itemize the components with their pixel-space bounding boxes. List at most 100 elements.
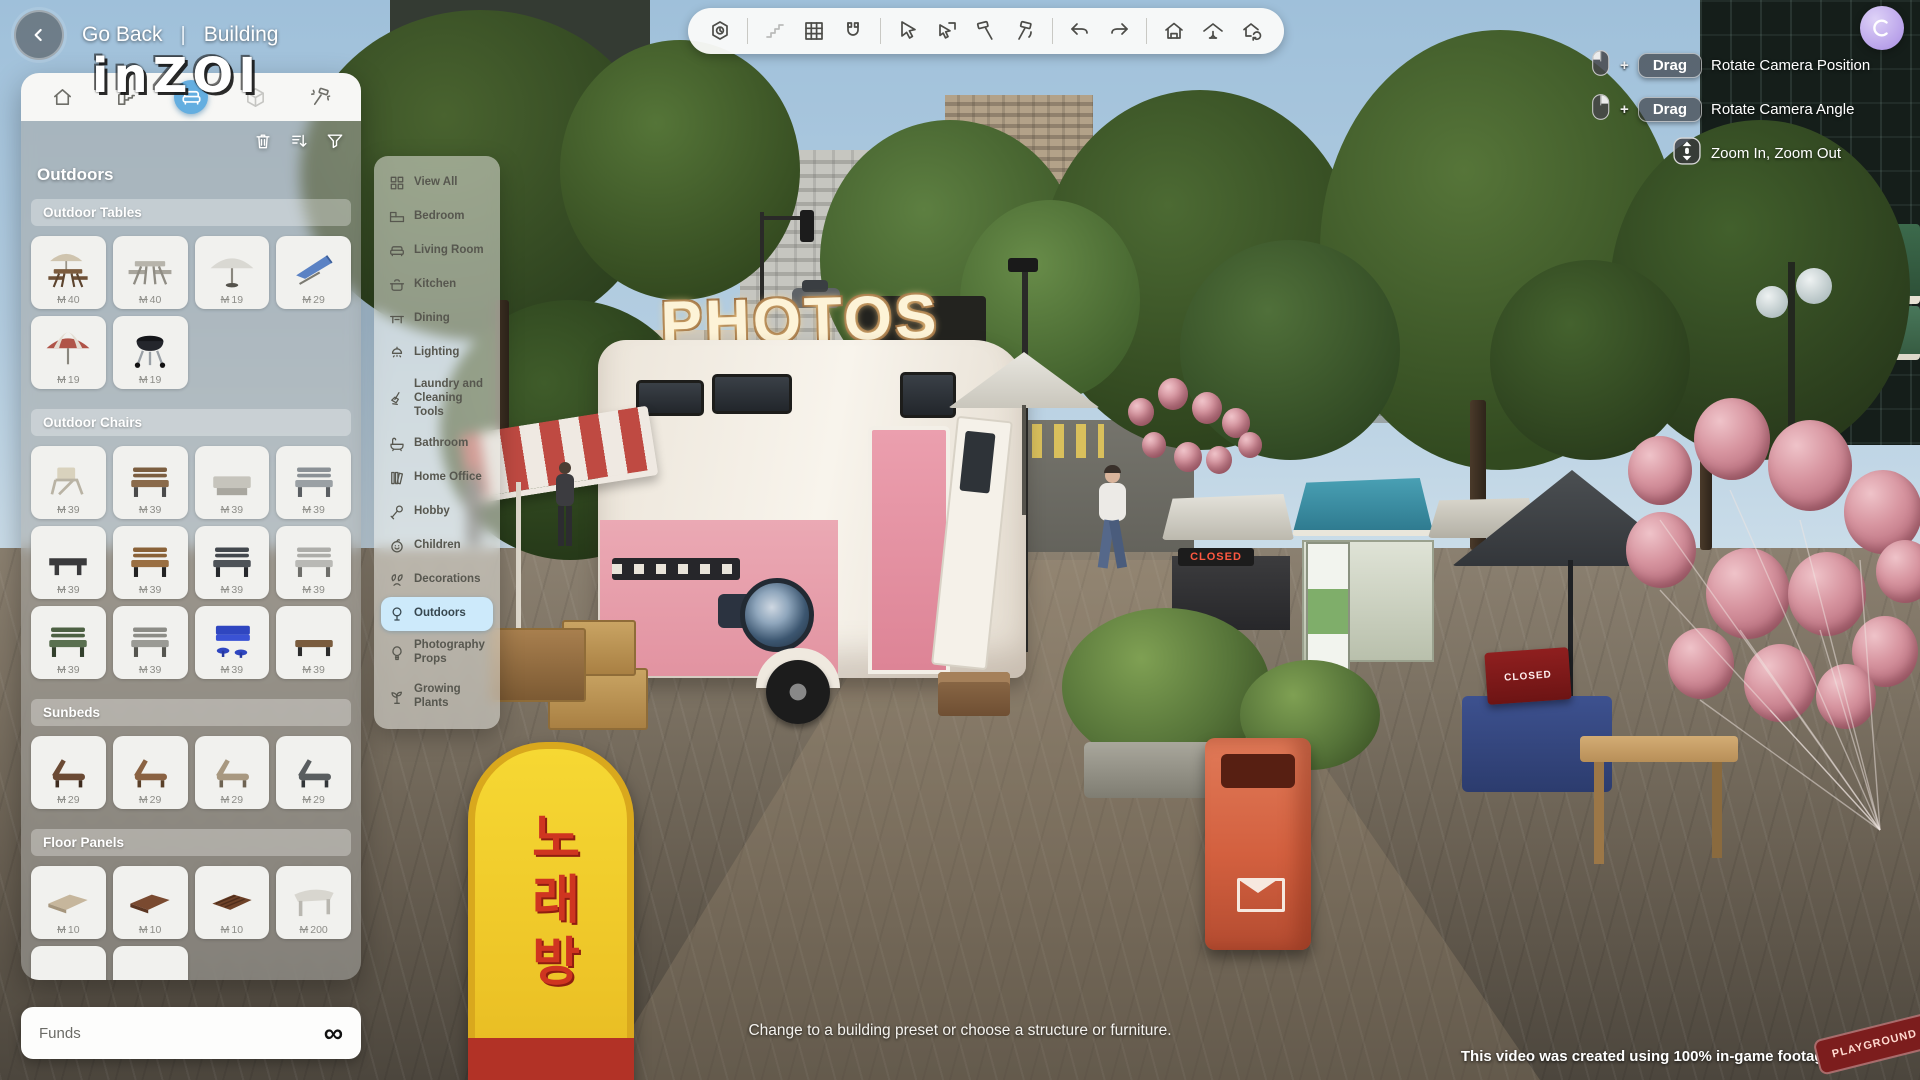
rotate-object-icon[interactable] — [935, 19, 959, 43]
redo-icon[interactable] — [1107, 19, 1131, 43]
go-back-label[interactable]: Go Back — [82, 23, 163, 47]
catalog-item-cushioned-sunbed[interactable]: M29 — [195, 736, 270, 809]
item-price: M29 — [31, 794, 106, 806]
category-living-room[interactable]: Living Room — [381, 234, 493, 268]
select-cursor-icon[interactable] — [896, 19, 920, 43]
lighting-icon — [388, 344, 406, 362]
catalog-item-wooden-park-bench[interactable]: M39 — [113, 446, 188, 519]
category-photography[interactable]: Photography Props — [381, 631, 493, 675]
catalog-item-gray-sunbed[interactable]: M29 — [276, 736, 351, 809]
category-label: Hobby — [414, 505, 450, 519]
catalog-item-charcoal-grill[interactable]: M19 — [113, 316, 188, 389]
build-hint-text: Change to a building preset or choose a … — [748, 1022, 1171, 1040]
item-price: M19 — [195, 294, 270, 306]
plus-sign: + — [1620, 101, 1629, 118]
magnet-icon[interactable] — [841, 19, 865, 43]
trash-icon[interactable] — [253, 131, 273, 151]
category-kitchen[interactable]: Kitchen — [381, 268, 493, 302]
catalog-item-blue-bench-with-stools[interactable]: M39 — [195, 606, 270, 679]
catalog-item-concrete-bench[interactable]: M39 — [195, 446, 270, 519]
category-laundry[interactable]: Laundry and Cleaning Tools — [381, 370, 493, 427]
category-lighting[interactable]: Lighting — [381, 336, 493, 370]
catalog-item-metal-bench[interactable]: M39 — [276, 446, 351, 519]
sledgehammer-icon[interactable] — [1013, 19, 1037, 43]
category-label: Growing Plants — [414, 683, 486, 711]
catalog-item-black-modern-bench[interactable]: M39 — [31, 526, 106, 599]
stairs-icon[interactable] — [763, 19, 787, 43]
catalog-item-wood-deck-panel[interactable]: M10 — [113, 866, 188, 939]
tab-home[interactable] — [45, 80, 79, 114]
category-view-all[interactable]: View All — [381, 166, 493, 200]
environment-icon[interactable] — [708, 19, 732, 43]
item-price: M40 — [113, 294, 188, 306]
tab-style-tools[interactable] — [303, 80, 337, 114]
catalog-list-tools — [37, 131, 345, 151]
item-price: M29 — [276, 294, 351, 306]
camera-decal — [718, 568, 810, 646]
canvas-button[interactable] — [1860, 6, 1904, 50]
catalog-item-dark-wood-sunbed[interactable]: M29 — [31, 736, 106, 809]
catalog-item-mesh-bench[interactable]: M39 — [195, 526, 270, 599]
category-bedroom[interactable]: Bedroom — [381, 200, 493, 234]
category-decorations[interactable]: Decorations — [381, 563, 493, 597]
catalog-item-red-parasol[interactable]: M19 — [31, 316, 106, 389]
laundry-icon — [388, 390, 406, 408]
filter-icon[interactable] — [325, 131, 345, 151]
catalog-item-floor-panel-partial[interactable] — [113, 946, 188, 980]
pink-balloon — [1206, 446, 1232, 474]
toolbar-divider — [747, 18, 748, 44]
category-children[interactable]: Children — [381, 529, 493, 563]
hobby-icon — [388, 503, 406, 521]
category-hobby[interactable]: Hobby — [381, 495, 493, 529]
go-back-button[interactable] — [14, 10, 64, 60]
section-header: Sunbeds — [31, 699, 351, 726]
catalog-item-floor-panel-partial[interactable] — [31, 946, 106, 980]
pink-balloon — [1192, 392, 1222, 424]
category-dining[interactable]: Dining — [381, 302, 493, 336]
catalog-item-picnic-table[interactable]: M40 — [113, 236, 188, 309]
catalog-item-canopy-pergola[interactable]: M200 — [276, 866, 351, 939]
category-menu: View AllBedroomLiving RoomKitchenDiningL… — [374, 156, 500, 729]
view-all-icon — [388, 174, 406, 192]
category-growing-plants[interactable]: Growing Plants — [381, 675, 493, 719]
white-umbrella-pole — [1022, 405, 1026, 515]
catalog-item-wood-metal-bench[interactable]: M39 — [113, 526, 188, 599]
catalog-item-folding-chair[interactable]: M39 — [31, 446, 106, 519]
section-header: Floor Panels — [31, 829, 351, 856]
catalog-item-slatted-floor-panel[interactable]: M10 — [195, 866, 270, 939]
catalog-item-white-parasol[interactable]: M19 — [195, 236, 270, 309]
lamp-globe-1 — [1756, 286, 1788, 318]
camera-help-label: Rotate Camera Position — [1711, 57, 1906, 74]
catalog-item-slatted-bench[interactable]: M39 — [276, 526, 351, 599]
stall-canopy-teal — [1292, 478, 1434, 536]
grid-icon[interactable] — [802, 19, 826, 43]
roof-build-icon[interactable] — [1201, 19, 1225, 43]
category-label: Bedroom — [414, 210, 464, 224]
catalog-item-blue-parasol[interactable]: M29 — [276, 236, 351, 309]
catalog-item-green-metal-bench[interactable]: M39 — [31, 606, 106, 679]
sort-icon[interactable] — [289, 131, 309, 151]
category-outdoors[interactable]: Outdoors — [381, 597, 493, 631]
dining-icon — [388, 310, 406, 328]
undo-icon[interactable] — [1068, 19, 1092, 43]
house-build-icon[interactable] — [1162, 19, 1186, 43]
catalog-item-picnic-table-with-umbrella[interactable]: M40 — [31, 236, 106, 309]
kitchen-icon — [388, 276, 406, 294]
category-label: Children — [414, 539, 461, 553]
category-home-office[interactable]: Home Office — [381, 461, 493, 495]
category-bathroom[interactable]: Bathroom — [381, 427, 493, 461]
item-price: M39 — [113, 504, 188, 516]
catalog-item-beige-floor-panel[interactable]: M10 — [31, 866, 106, 939]
catalog-item-gray-wood-bench[interactable]: M39 — [113, 606, 188, 679]
item-price: M19 — [31, 374, 106, 386]
catalog-item-wood-sunbed[interactable]: M29 — [113, 736, 188, 809]
category-label: Laundry and Cleaning Tools — [414, 378, 486, 419]
pink-balloon — [1238, 432, 1262, 458]
inzoi-logo: inZOI — [92, 48, 261, 104]
house-reset-icon[interactable] — [1240, 19, 1264, 43]
catalog-item-low-wooden-bench[interactable]: M39 — [276, 606, 351, 679]
item-price: M39 — [195, 584, 270, 596]
back-chevron-icon — [29, 25, 49, 45]
item-price: M200 — [276, 924, 351, 936]
hammer-icon[interactable] — [974, 19, 998, 43]
